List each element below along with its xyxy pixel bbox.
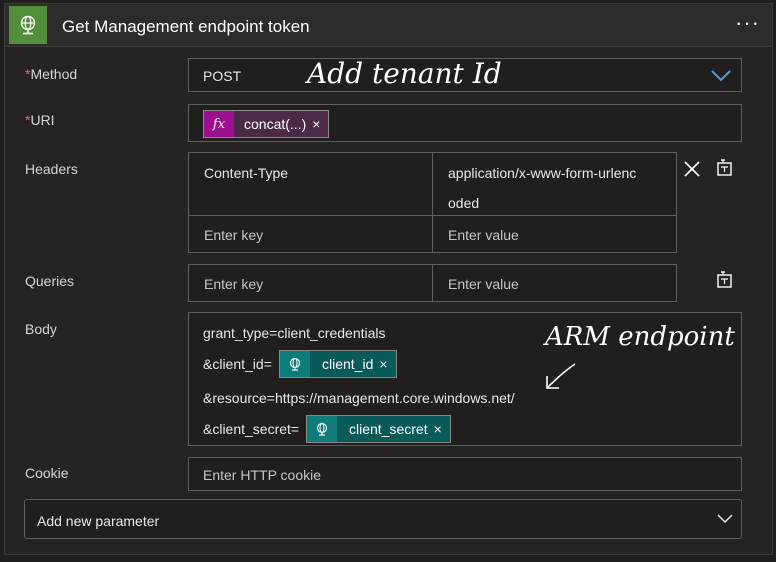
more-options-button[interactable]: ··· bbox=[735, 10, 760, 36]
uri-field[interactable]: fx concat(...) × bbox=[188, 104, 742, 142]
remove-token-button[interactable]: × bbox=[312, 116, 328, 132]
header-new-value-field[interactable]: Enter value bbox=[432, 215, 677, 253]
globe-icon bbox=[280, 351, 310, 377]
cookie-field[interactable]: Enter HTTP cookie bbox=[188, 457, 742, 491]
header-new-key-field[interactable]: Enter key bbox=[188, 215, 433, 253]
globe-icon bbox=[9, 6, 47, 44]
chevron-down-icon bbox=[711, 70, 731, 82]
remove-token-button[interactable]: × bbox=[434, 421, 450, 437]
remove-token-button[interactable]: × bbox=[379, 356, 395, 372]
client-id-token[interactable]: client_id × bbox=[279, 350, 397, 378]
action-card: Get Management endpoint token ··· *Metho… bbox=[4, 3, 773, 555]
concat-token[interactable]: fx concat(...) × bbox=[203, 110, 330, 138]
text-mode-icon bbox=[717, 159, 732, 176]
action-title: Get Management endpoint token bbox=[62, 17, 310, 36]
cookie-label: Cookie bbox=[25, 465, 69, 481]
tenant-annotation: Add tenant Id bbox=[307, 57, 502, 90]
header-key-field[interactable]: Content-Type bbox=[188, 152, 433, 216]
method-label: *Method bbox=[25, 66, 78, 82]
method-value: POST bbox=[203, 68, 242, 84]
queries-label: Queries bbox=[25, 273, 75, 289]
client-secret-token[interactable]: client_secret × bbox=[306, 415, 451, 443]
header-value-field[interactable]: application/x-www-form-urlenc oded bbox=[432, 152, 677, 216]
close-icon bbox=[684, 161, 700, 177]
uri-label: *URI bbox=[25, 112, 55, 128]
action-header[interactable]: Get Management endpoint token ··· bbox=[5, 4, 772, 47]
query-value-field[interactable]: Enter value bbox=[432, 264, 677, 302]
function-icon: fx bbox=[204, 111, 234, 137]
globe-icon bbox=[307, 416, 337, 442]
body-label: Body bbox=[25, 321, 57, 337]
query-key-field[interactable]: Enter key bbox=[188, 264, 433, 302]
text-mode-icon bbox=[717, 271, 732, 288]
arrow-annotation-icon bbox=[546, 363, 576, 389]
add-new-parameter-dropdown[interactable]: Add new parameter bbox=[24, 499, 742, 539]
switch-queries-text-mode-button[interactable] bbox=[715, 270, 735, 295]
arm-annotation: ARM endpoint bbox=[545, 322, 735, 352]
switch-to-text-mode-button[interactable] bbox=[715, 158, 735, 183]
headers-label: Headers bbox=[25, 161, 78, 177]
delete-header-button[interactable] bbox=[683, 160, 701, 183]
chevron-down-icon bbox=[717, 514, 733, 524]
